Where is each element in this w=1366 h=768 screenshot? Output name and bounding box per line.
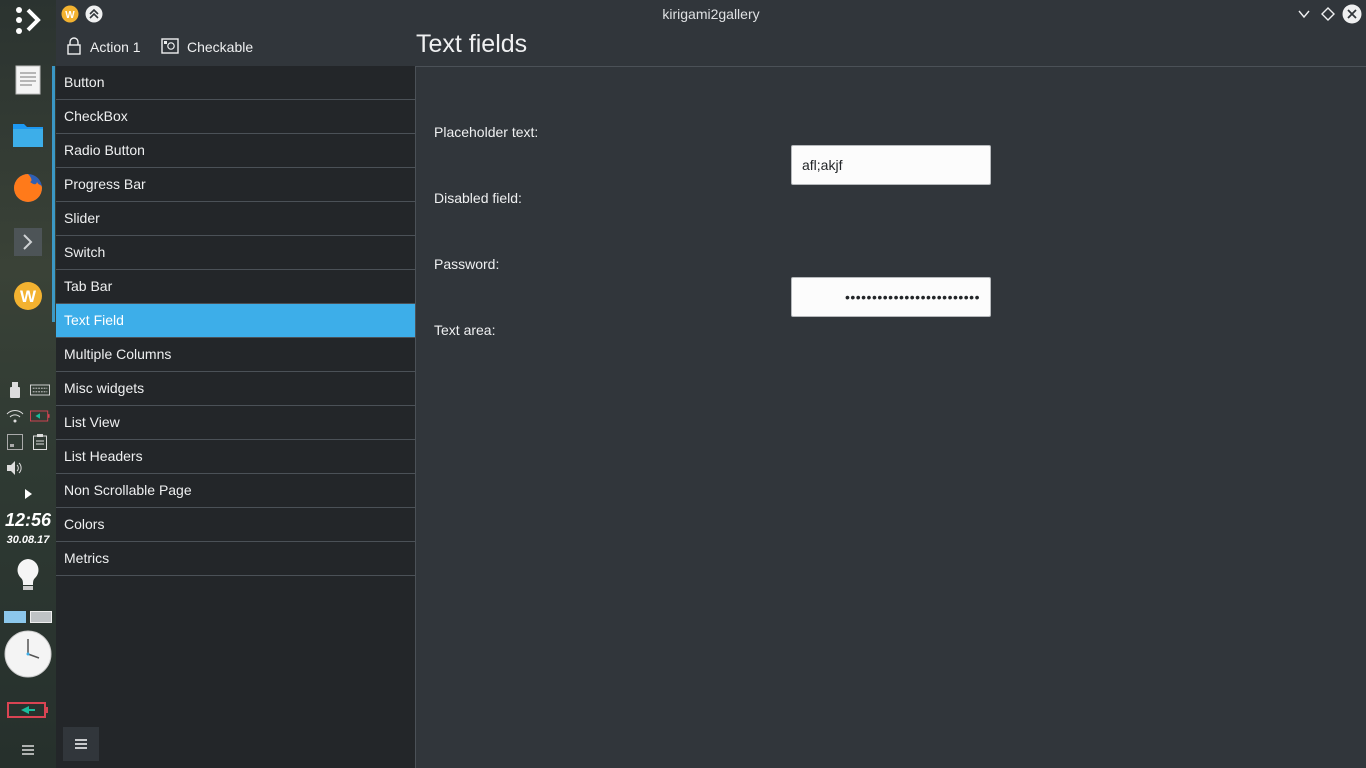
sidebar-item-slider[interactable]: Slider (56, 202, 415, 236)
sidebar-item-switch[interactable]: Switch (56, 236, 415, 270)
sidebar-item-non-scrollable-page[interactable]: Non Scrollable Page (56, 474, 415, 508)
window-title: kirigami2gallery (662, 6, 760, 22)
sidebar-item-radio-button[interactable]: Radio Button (56, 134, 415, 168)
panel-menu-icon[interactable] (18, 742, 38, 758)
firefox-browser-icon[interactable] (10, 170, 46, 206)
wifi-network-icon[interactable] (5, 408, 25, 424)
action-1-label: Action 1 (90, 39, 141, 55)
lock-icon (66, 36, 82, 58)
svg-text:W: W (20, 287, 37, 306)
virtual-desktop-2-icon[interactable] (29, 609, 53, 625)
disabled-field-label: Disabled field: (434, 190, 522, 206)
sidebar-list: Button CheckBox Radio Button Progress Ba… (56, 66, 416, 768)
expand-tray-arrow-icon[interactable] (18, 486, 38, 502)
global-toolbar: Action 1 Checkable (56, 28, 416, 66)
placeholder-text-input[interactable] (791, 145, 991, 185)
sidebar-item-checkbox[interactable]: CheckBox (56, 100, 415, 134)
password-masked-value: ••••••••••••••••••••••••• (844, 289, 980, 305)
password-input[interactable]: ••••••••••••••••••••••••• (791, 277, 991, 317)
usb-device-icon[interactable] (5, 382, 25, 398)
page-title: Text fields (416, 30, 528, 58)
clock-time[interactable]: 12:56 (0, 510, 56, 531)
header-divider (416, 66, 1366, 67)
hamburger-menu-icon (74, 734, 88, 755)
file-manager-folder-icon[interactable] (10, 116, 46, 152)
keyboard-icon[interactable] (30, 382, 50, 398)
sidebar-item-metrics[interactable]: Metrics (56, 542, 415, 576)
placeholder-text-label: Placeholder text: (434, 124, 539, 140)
sidebar-item-button[interactable]: Button (56, 66, 415, 100)
checkable-button[interactable]: Checkable (161, 36, 253, 58)
battery-icon[interactable] (7, 702, 49, 718)
task-indicator-strip (52, 66, 55, 322)
sidebar-item-text-field[interactable]: Text Field (56, 304, 415, 338)
left-dock-panel: W 12:56 30.08.17 (0, 0, 56, 768)
kirigami-gallery-app-icon[interactable]: W (10, 278, 46, 314)
display-icon[interactable] (5, 434, 25, 450)
text-editor-icon[interactable] (10, 62, 46, 98)
volume-icon[interactable] (5, 460, 25, 476)
checkable-label: Checkable (187, 39, 254, 55)
password-label: Password: (434, 256, 500, 272)
text-area-label: Text area: (434, 322, 496, 338)
analog-clock-icon[interactable] (4, 630, 52, 678)
sidebar-item-multiple-columns[interactable]: Multiple Columns (56, 338, 415, 372)
action-1-button[interactable]: Action 1 (66, 36, 141, 58)
lightbulb-icon[interactable] (10, 558, 46, 594)
maximize-icon[interactable] (1318, 4, 1338, 24)
application-launcher-icon[interactable] (10, 2, 46, 38)
terminal-icon[interactable] (10, 224, 46, 260)
sidebar-item-tab-bar[interactable]: Tab Bar (56, 270, 415, 304)
drawer-menu-button[interactable] (63, 727, 99, 761)
close-icon[interactable] (1342, 4, 1362, 24)
clipboard-icon[interactable] (30, 434, 50, 450)
sidebar-item-list-view[interactable]: List View (56, 406, 415, 440)
clock-date: 30.08.17 (6, 534, 50, 546)
sidebar-item-list-headers[interactable]: List Headers (56, 440, 415, 474)
checkable-icon (161, 37, 179, 57)
virtual-desktop-1-icon[interactable] (3, 609, 27, 625)
sidebar-item-progress-bar[interactable]: Progress Bar (56, 168, 415, 202)
power-plug-icon[interactable] (30, 408, 50, 424)
sidebar-item-misc-widgets[interactable]: Misc widgets (56, 372, 415, 406)
window-title-bar: W kirigami2gallery (56, 0, 1366, 28)
minimize-icon[interactable] (1294, 4, 1314, 24)
sidebar-item-colors[interactable]: Colors (56, 508, 415, 542)
